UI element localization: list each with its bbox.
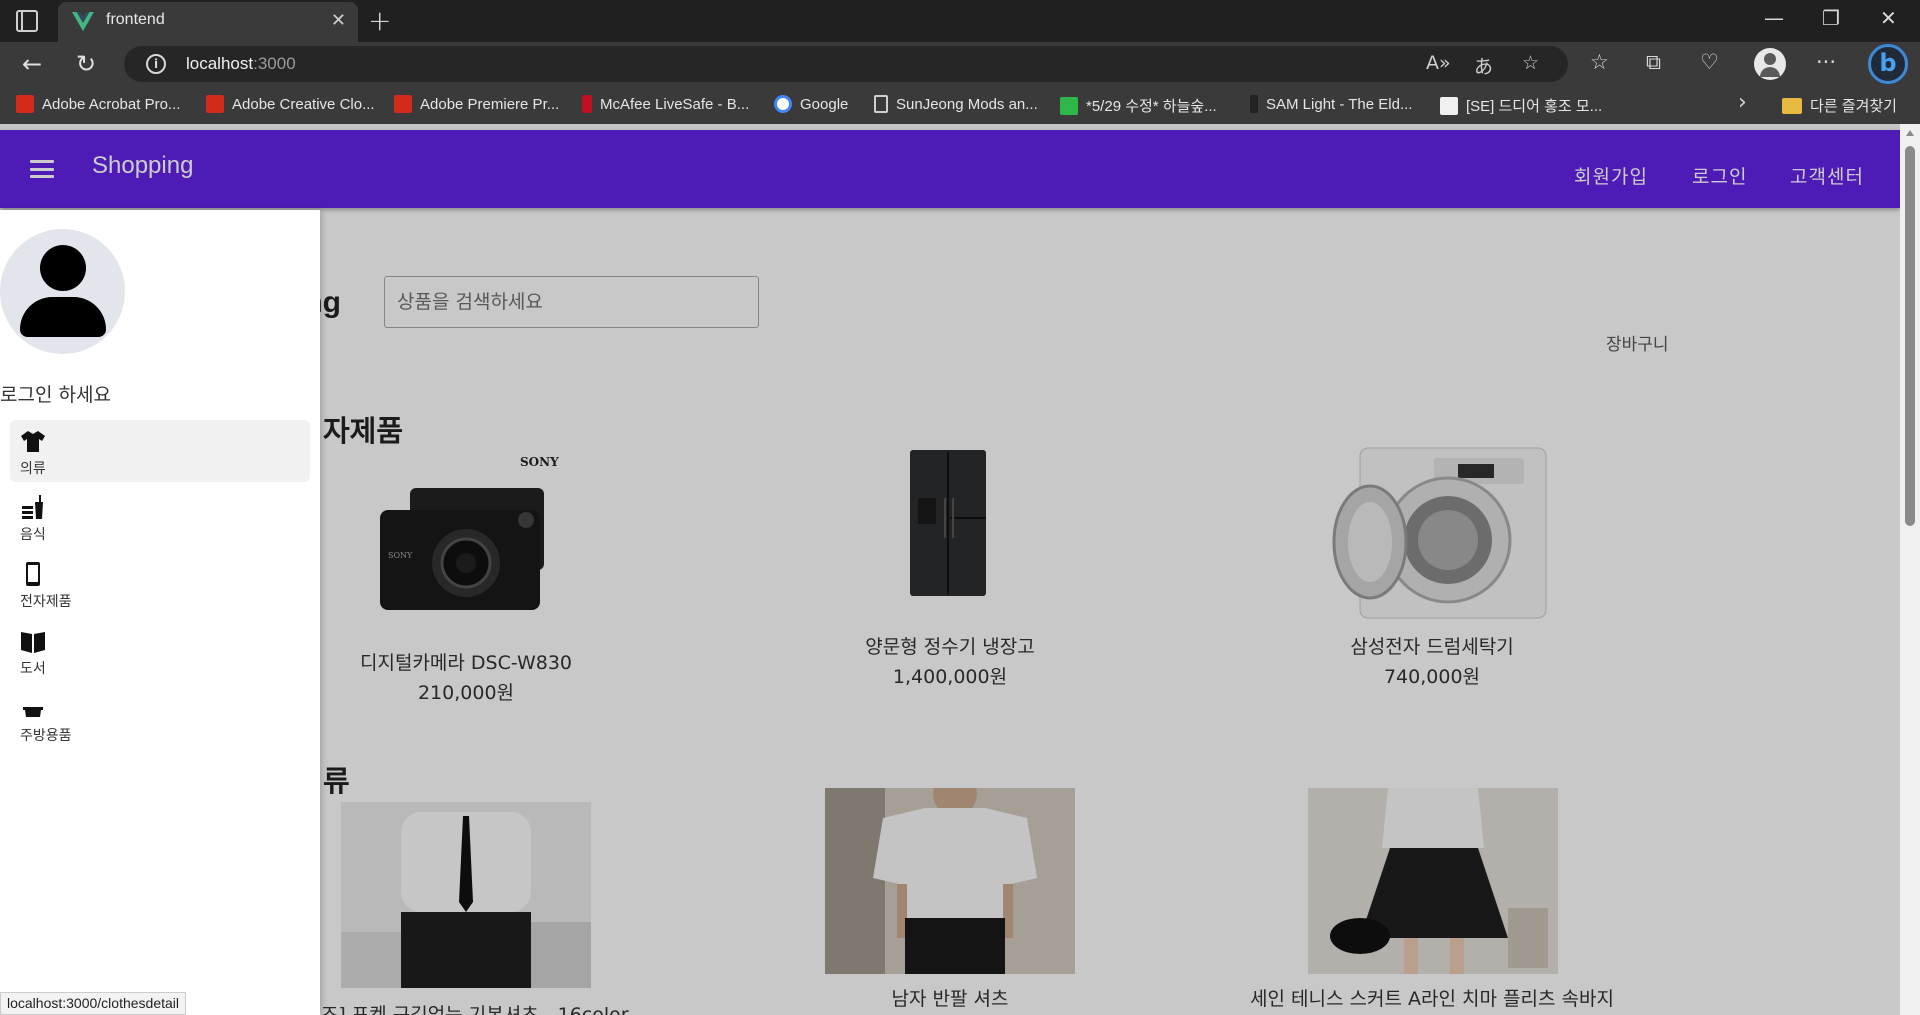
drawer-item-label: 도서 [20, 661, 46, 677]
profile-icon[interactable] [1754, 48, 1786, 80]
navigation-drawer: 로그인 하세요 의류 음식 전자제품 도서 주방용품 [0, 210, 320, 1015]
tab-close-icon[interactable]: ✕ [331, 10, 346, 31]
refresh-icon[interactable]: ↻ [76, 50, 96, 78]
skirt-product-image [1308, 788, 1558, 974]
bookmark-item[interactable]: SAM Light - The Eld... [1250, 95, 1412, 113]
browser-titlebar: frontend ✕ + — ❐ ✕ [0, 0, 1920, 42]
signup-link[interactable]: 회원가입 [1574, 162, 1648, 189]
adobe-icon [16, 95, 34, 113]
favorite-star-icon[interactable]: ☆ [1522, 52, 1539, 74]
bookmark-item[interactable]: SunJeong Mods an... [874, 95, 1038, 113]
menu-icon[interactable] [30, 160, 54, 178]
folder-icon [1782, 97, 1802, 114]
tshirt-product-image [825, 788, 1075, 974]
cart-link[interactable]: 장바구니 [1606, 330, 1669, 355]
product-price: 740,000원 [1383, 666, 1481, 688]
book-icon [21, 632, 45, 653]
app-bar: Shopping 회원가입 로그인 고객센터 [0, 130, 1900, 208]
workspaces-icon[interactable] [16, 10, 38, 32]
new-tab-icon[interactable]: + [368, 4, 391, 37]
drawer-item-label: 전자제품 [20, 594, 72, 610]
google-icon [774, 95, 792, 113]
page-scrollbar[interactable] [1900, 124, 1920, 1015]
adobe-icon [206, 95, 224, 113]
svg-text:SONY: SONY [520, 455, 559, 469]
product-name[interactable]: 삼성전자 드럼세탁기 [1350, 632, 1513, 659]
page-viewport: Shopping 회원가입 로그인 고객센터 ing 장바구니 자제품 SONY… [0, 124, 1920, 1015]
status-url-tooltip: localhost:3000/clothesdetail [0, 992, 187, 1015]
bookmark-item[interactable]: Adobe Acrobat Pro... [16, 95, 180, 113]
camera-image: SONY SONY [380, 455, 559, 610]
bookmark-item[interactable]: [SE] 드디어 홍조 모... [1440, 95, 1602, 116]
bookmarks-bar: Adobe Acrobat Pro... Adobe Creative Clo.… [0, 86, 1920, 124]
drawer-item-books[interactable]: 도서 [10, 620, 310, 682]
more-options-icon[interactable]: ··· [1816, 50, 1836, 74]
bookmark-item[interactable]: McAfee LiveSafe - B... [582, 95, 749, 113]
bing-icon[interactable]: b [1868, 44, 1908, 84]
vue-logo-icon [72, 12, 94, 32]
drawer-item-label: 주방용품 [20, 728, 72, 744]
scroll-thumb[interactable] [1905, 146, 1915, 526]
mcafee-icon [582, 95, 592, 113]
bookmarks-more-icon[interactable]: › [1738, 90, 1747, 115]
product-name[interactable]: 디지털카메라 DSC-W830 [360, 648, 572, 675]
login-link[interactable]: 로그인 [1692, 162, 1747, 189]
drawer-item-clothing[interactable]: 의류 [10, 420, 310, 482]
section-title-clothing: 류 [323, 764, 350, 798]
site-icon [1060, 96, 1078, 115]
bookmark-item[interactable]: Google [774, 95, 848, 113]
shirt-icon [21, 431, 45, 452]
pot-icon [23, 707, 43, 717]
collections-icon[interactable]: ⧉ [1646, 50, 1661, 75]
product-name[interactable]: 세인 테니스 스커트 A라인 치마 플리츠 속바지 [1250, 984, 1614, 1011]
product-price: 1,400,000원 [892, 666, 1008, 688]
avatar[interactable] [0, 229, 125, 354]
drawer-item-food[interactable]: 음식 [10, 486, 310, 548]
section-title-electronics: 자제품 [323, 414, 404, 448]
close-window-icon[interactable]: ✕ [1880, 6, 1897, 30]
adobe-icon [394, 95, 412, 113]
site-icon [1250, 95, 1258, 113]
product-name[interactable]: 양문형 정수기 냉장고 [865, 632, 1034, 659]
refrigerator-image [910, 450, 986, 596]
login-prompt[interactable]: 로그인 하세요 [0, 380, 111, 407]
scroll-up-icon[interactable] [1906, 130, 1914, 136]
browser-tab[interactable]: frontend ✕ [58, 2, 358, 42]
shirt-product-image [341, 802, 591, 988]
bookmark-item[interactable]: *5/29 수정* 하늘숲... [1060, 95, 1217, 116]
minimize-icon[interactable]: — [1764, 6, 1784, 30]
url-text[interactable]: localhost:3000 [186, 54, 296, 74]
drawer-item-electronics[interactable]: 전자제품 [10, 553, 310, 615]
address-bar[interactable]: i localhost:3000 A» あ ☆ [124, 46, 1568, 82]
other-favorites[interactable]: 다른 즐겨찾기 [1782, 95, 1897, 116]
support-link[interactable]: 고객센터 [1790, 162, 1864, 189]
site-icon [1440, 96, 1458, 115]
back-icon[interactable]: ← [22, 50, 42, 78]
product-name[interactable]: 이즈] 포켓 구김없는 기본셔츠 - 16color [303, 1000, 628, 1015]
user-head-icon [40, 245, 86, 291]
search-input[interactable] [384, 276, 759, 328]
tab-title: frontend [106, 11, 165, 28]
drawer-item-kitchen[interactable]: 주방용품 [10, 687, 310, 749]
translate-icon[interactable]: あ [1474, 52, 1493, 79]
phone-icon [26, 562, 40, 586]
restore-icon[interactable]: ❐ [1822, 6, 1840, 30]
page-icon [874, 95, 888, 113]
food-icon [22, 495, 43, 519]
site-info-icon[interactable]: i [146, 54, 166, 74]
product-price: 210,000원 [417, 682, 515, 704]
product-name[interactable]: 남자 반팔 셔츠 [892, 984, 1009, 1011]
browser-navbar: ← ↻ i localhost:3000 A» あ ☆ ☆ ⧉ ♡ ··· b [0, 42, 1920, 86]
drawer-item-label: 음식 [20, 527, 46, 543]
washing-machine-image [1332, 447, 1547, 619]
performance-icon[interactable]: ♡ [1700, 50, 1719, 74]
read-aloud-icon[interactable]: A» [1426, 52, 1451, 74]
bookmark-item[interactable]: Adobe Premiere Pr... [394, 95, 559, 113]
app-title[interactable]: Shopping [92, 152, 193, 180]
drawer-item-label: 의류 [20, 461, 46, 477]
favorites-icon[interactable]: ☆ [1590, 50, 1609, 74]
svg-text:SONY: SONY [388, 551, 413, 560]
bookmark-item[interactable]: Adobe Creative Clo... [206, 95, 375, 113]
user-body-icon [20, 297, 106, 337]
